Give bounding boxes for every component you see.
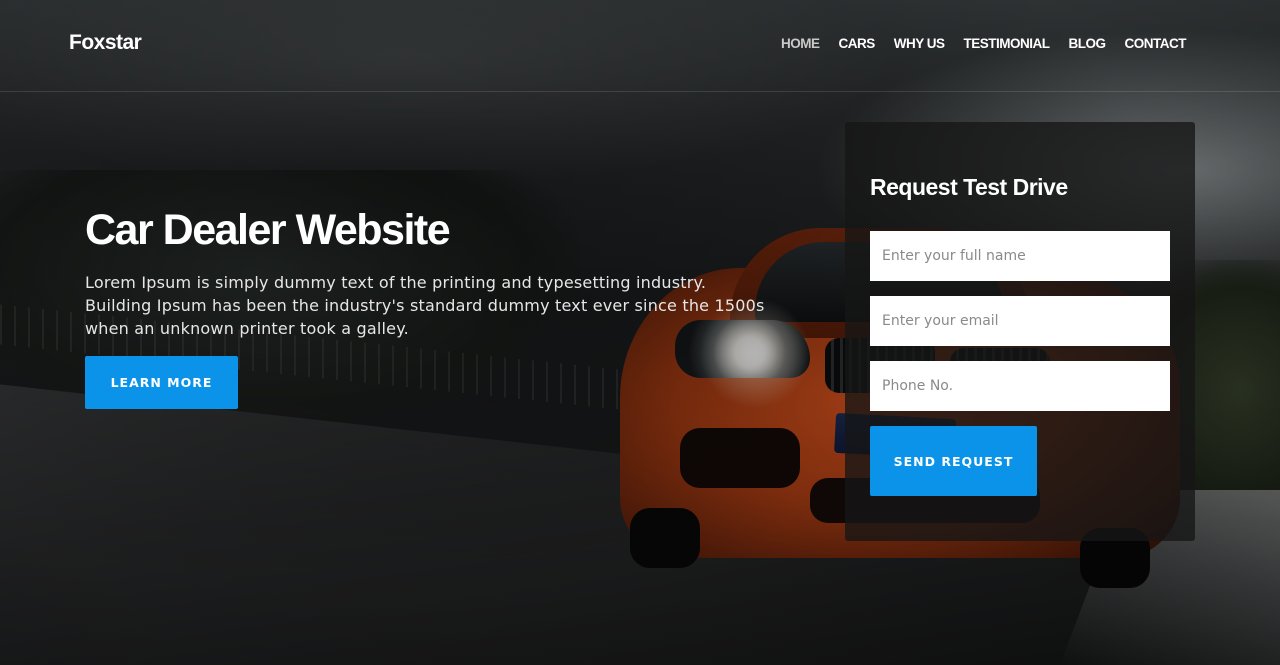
send-request-button[interactable]: SEND REQUEST [870,426,1037,496]
full-name-input[interactable] [870,231,1170,281]
nav-item-home[interactable]: HOME [781,36,820,51]
hero-description-line: Building Ipsum has been the industry's s… [85,296,765,315]
learn-more-button[interactable]: LEARN MORE [85,356,238,409]
form-title: Request Test Drive [870,174,1068,200]
car-air-intake [680,428,800,488]
nav-item-cars[interactable]: CARS [838,36,875,51]
request-test-drive-form: Request Test Drive SEND REQUEST [845,122,1195,541]
nav-item-contact[interactable]: CONTACT [1125,36,1187,51]
phone-input[interactable] [870,361,1170,411]
email-input[interactable] [870,296,1170,346]
site-logo[interactable]: Foxstar [69,31,142,55]
main-nav: HOME CARS WHY US TESTIMONIAL BLOG CONTAC… [762,36,1187,51]
hero-description-line: when an unknown printer took a galley. [85,319,409,338]
car-tire-left [630,508,700,568]
nav-item-testimonial[interactable]: TESTIMONIAL [964,36,1051,51]
hero-description-line: Lorem Ipsum is simply dummy text of the … [85,273,707,292]
nav-item-why-us[interactable]: WHY US [894,36,945,51]
hero-section: Foxstar HOME CARS WHY US TESTIMONIAL BLO… [0,0,1280,665]
top-navbar: Foxstar HOME CARS WHY US TESTIMONIAL BLO… [0,0,1280,92]
hero-description: Lorem Ipsum is simply dummy text of the … [85,271,805,340]
nav-item-blog[interactable]: BLOG [1069,36,1107,51]
hero-title: Car Dealer Website [85,206,451,254]
